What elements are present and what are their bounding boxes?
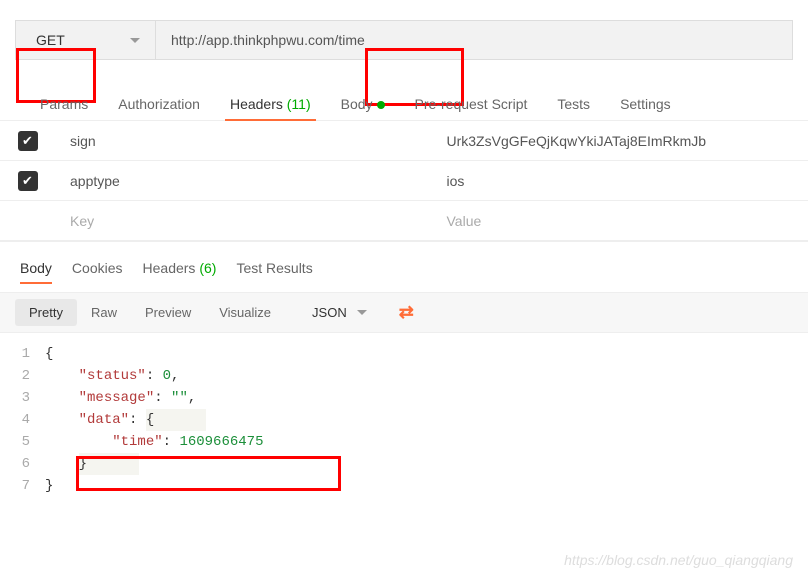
method-dropdown[interactable]: GET [16,21,156,59]
headers-table: ✔ sign Urk3ZsVgGFeQjKqwYkiJATaj8EImRkmJb… [0,121,808,242]
chevron-down-icon [130,38,140,43]
header-value[interactable]: Urk3ZsVgGFeQjKqwYkiJATaj8EImRkmJb [432,133,808,149]
line-number: 3 [15,387,45,409]
tab-body[interactable]: Body [326,88,400,120]
view-pretty-button[interactable]: Pretty [15,299,77,326]
request-tabs: Params Authorization Headers (11) Body P… [0,88,808,121]
tab-response-cookies[interactable]: Cookies [72,252,123,284]
header-key[interactable]: sign [55,133,432,149]
header-value[interactable]: ios [432,173,808,189]
method-text: GET [36,32,130,48]
chevron-down-icon [357,310,367,315]
header-key-placeholder[interactable]: Key [55,213,432,229]
tab-response-headers[interactable]: Headers (6) [143,252,217,284]
wrap-lines-icon[interactable]: ⇄ [399,302,414,323]
tab-response-test-results[interactable]: Test Results [236,252,312,284]
response-toolbar: Pretty Raw Preview Visualize JSON ⇄ [0,292,808,333]
row-checkbox-cell: ✔ [0,131,55,151]
row-checkbox[interactable]: ✔ [18,131,38,151]
check-icon: ✔ [22,173,33,189]
line-number: 1 [15,343,45,365]
tab-settings[interactable]: Settings [605,88,686,120]
view-visualize-button[interactable]: Visualize [205,299,285,326]
body-indicator-icon [377,101,385,109]
format-dropdown[interactable]: JSON [300,299,379,326]
row-checkbox-cell: ✔ [0,171,55,191]
tab-params[interactable]: Params [25,88,103,120]
line-number: 5 [15,431,45,453]
table-row: Key Value [0,201,808,241]
tab-tests[interactable]: Tests [542,88,605,120]
header-value-placeholder[interactable]: Value [432,213,808,229]
line-number: 7 [15,475,45,497]
tab-response-body[interactable]: Body [20,252,52,284]
response-tabs: Body Cookies Headers (6) Test Results [0,252,808,284]
line-number: 2 [15,365,45,387]
check-icon: ✔ [22,133,33,149]
url-input[interactable] [156,21,792,59]
table-row: ✔ sign Urk3ZsVgGFeQjKqwYkiJATaj8EImRkmJb [0,121,808,161]
header-key[interactable]: apptype [55,173,432,189]
view-raw-button[interactable]: Raw [77,299,131,326]
view-preview-button[interactable]: Preview [131,299,205,326]
table-row: ✔ apptype ios [0,161,808,201]
response-body-code[interactable]: 1{ 2 "status": 0, 3 "message": "", 4 "da… [0,333,808,497]
request-bar: GET [15,20,793,60]
watermark: https://blog.csdn.net/guo_qiangqiang [564,552,793,568]
tab-authorization[interactable]: Authorization [103,88,215,120]
line-number: 6 [15,453,45,475]
line-number: 4 [15,409,45,431]
tab-prerequest[interactable]: Pre-request Script [400,88,543,120]
row-checkbox[interactable]: ✔ [18,171,38,191]
tab-headers[interactable]: Headers (11) [215,88,326,120]
